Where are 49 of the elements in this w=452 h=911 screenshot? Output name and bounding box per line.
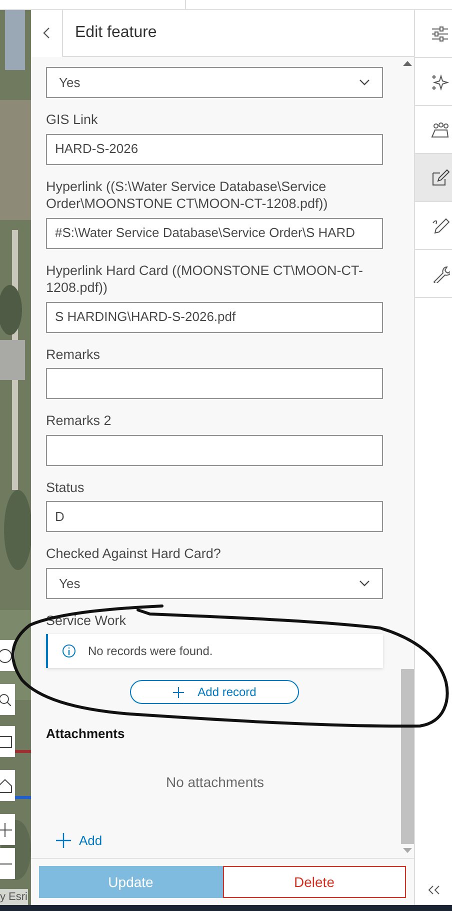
empty-message: No attachments: [164, 772, 266, 792]
field-label: Hyperlink Hard Card ((MOONSTONE CT\MOON-CT-1208.pdf)): [46, 262, 364, 297]
field-label: Status: [46, 478, 86, 496]
home-button[interactable]: [0, 770, 15, 801]
input-field[interactable]: S HARDING\HARD-S-2026.pdf: [46, 302, 383, 333]
search-button[interactable]: [0, 684, 15, 715]
sparkle-icon: [431, 72, 450, 90]
zoom-in-icon: [0, 822, 12, 836]
zoom-in-button[interactable]: [0, 814, 15, 845]
collapse-icon: [428, 885, 440, 895]
home-icon: [0, 778, 12, 792]
panel-title: Edit feature: [74, 23, 157, 43]
map-attribution: y Esri: [0, 888, 28, 905]
input-field[interactable]: [46, 368, 383, 400]
add-attachment-button[interactable]: Add: [56, 830, 102, 850]
input-field[interactable]: [46, 434, 383, 466]
scroll-down-icon: [402, 848, 412, 854]
people-icon: [431, 120, 450, 138]
compass-icon: [0, 648, 12, 664]
input-field[interactable]: #S:\Water Service Database\Service Order\S HARD: [46, 218, 383, 249]
plus-icon: [56, 833, 71, 848]
section-label: Service Work: [46, 612, 128, 630]
scroll-up-icon: [402, 61, 412, 67]
edit-icon: [431, 168, 450, 186]
zoom-out-button[interactable]: [0, 848, 15, 879]
notice-text: No records were found.: [88, 643, 213, 660]
field-label: Hyperlink ((S:\Water Service Database\Service Order\MOONSTONE CT\MOON-CT-1208.pdf)): [46, 178, 329, 213]
plus-icon: [172, 686, 184, 698]
chevron-down-icon: [359, 580, 370, 587]
select-field[interactable]: Yes: [46, 67, 383, 98]
info-icon: [62, 644, 76, 658]
scrollbar-thumb[interactable]: [400, 669, 414, 844]
square-button[interactable]: [0, 726, 15, 757]
field-label: Remarks: [46, 346, 102, 364]
sliders-icon: [431, 24, 450, 42]
search-icon: [0, 694, 10, 706]
wrench-icon: [431, 264, 450, 282]
select-field[interactable]: Yes: [46, 568, 383, 599]
input-field[interactable]: D: [46, 501, 383, 532]
field-label: Remarks 2: [46, 412, 112, 430]
input-field[interactable]: HARD-S-2026: [46, 134, 383, 165]
add-record-button[interactable]: Add record: [130, 680, 299, 704]
back-icon: [42, 27, 50, 39]
field-label: Checked Against Hard Card?: [46, 545, 222, 563]
section-heading: Attachments: [46, 725, 126, 744]
chevron-down-icon: [359, 79, 370, 86]
delete-button[interactable]: Delete: [222, 866, 406, 898]
pen-icon: [431, 216, 450, 234]
field-label: GIS Link: [46, 111, 99, 129]
